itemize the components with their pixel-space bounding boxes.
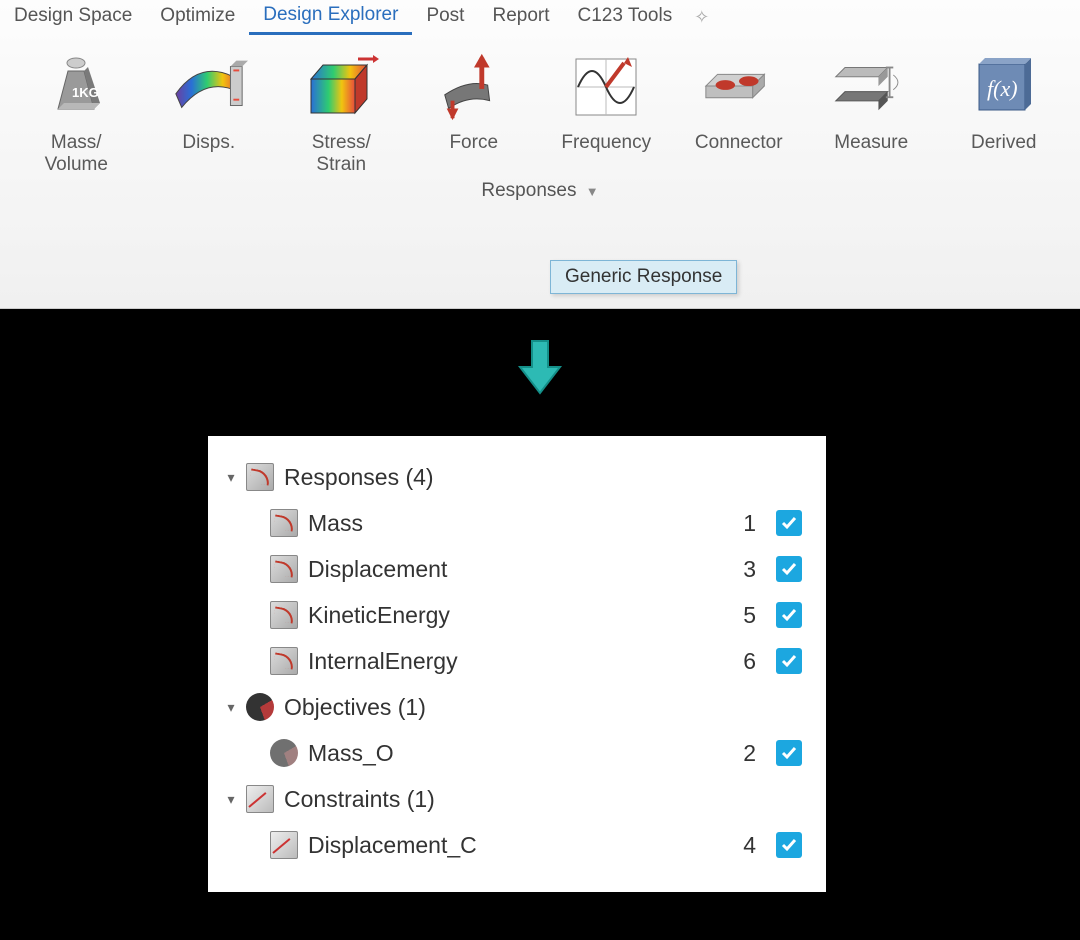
connector-icon <box>700 48 778 126</box>
tree-item-kineticenergy[interactable]: KineticEnergy 5 <box>222 592 802 638</box>
item-label: KineticEnergy <box>308 602 716 629</box>
ribbon-tools: 1KG Mass/ Volume Disps. <box>0 34 1080 176</box>
svg-text:1KG: 1KG <box>72 85 99 100</box>
ribbon-group-label[interactable]: Responses ▼ <box>0 180 1080 202</box>
add-tab-icon[interactable]: ✧ <box>686 3 717 32</box>
item-number: 4 <box>716 832 776 859</box>
group-label: Objectives (1) <box>284 694 802 721</box>
item-label: Displacement_C <box>308 832 716 859</box>
tree-panel: ▾ Responses (4) Mass 1 Displacement 3 Ki… <box>208 436 826 892</box>
item-number: 6 <box>716 648 776 675</box>
item-number: 5 <box>716 602 776 629</box>
down-arrow-icon <box>516 337 564 402</box>
tab-optimize[interactable]: Optimize <box>146 1 249 33</box>
tool-label: Stress/ Strain <box>312 132 371 176</box>
stress-strain-icon <box>302 48 380 126</box>
tool-label: Disps. <box>182 132 235 176</box>
tool-frequency[interactable]: Frequency <box>551 48 661 176</box>
responses-group-icon <box>246 463 274 491</box>
tool-label: Force <box>449 132 498 176</box>
tool-label: Mass/ Volume <box>45 132 108 176</box>
tab-design-explorer[interactable]: Design Explorer <box>249 0 412 35</box>
ribbon: Design Space Optimize Design Explorer Po… <box>0 0 1080 309</box>
checkbox[interactable] <box>776 832 802 858</box>
tree-group-constraints[interactable]: ▾ Constraints (1) <box>222 776 802 822</box>
collapse-icon[interactable]: ▾ <box>222 699 240 716</box>
tree-item-internalenergy[interactable]: InternalEnergy 6 <box>222 638 802 684</box>
objective-icon <box>270 739 298 767</box>
tab-report[interactable]: Report <box>478 1 563 33</box>
constraints-group-icon <box>246 785 274 813</box>
checkbox[interactable] <box>776 602 802 628</box>
derived-icon: f(x) <box>965 48 1043 126</box>
tool-label: Frequency <box>561 132 651 176</box>
collapse-icon[interactable]: ▾ <box>222 469 240 486</box>
mass-volume-icon: 1KG <box>37 48 115 126</box>
tool-measure[interactable]: Measure <box>816 48 926 176</box>
item-label: InternalEnergy <box>308 648 716 675</box>
item-label: Displacement <box>308 556 716 583</box>
checkbox[interactable] <box>776 510 802 536</box>
chevron-down-icon: ▼ <box>586 184 599 199</box>
tree-group-objectives[interactable]: ▾ Objectives (1) <box>222 684 802 730</box>
checkbox[interactable] <box>776 648 802 674</box>
item-label: Mass <box>308 510 716 537</box>
tool-label: Derived <box>971 132 1036 176</box>
response-icon <box>270 601 298 629</box>
tool-stress-strain[interactable]: Stress/ Strain <box>286 48 396 176</box>
tree-group-responses[interactable]: ▾ Responses (4) <box>222 454 802 500</box>
frequency-icon <box>567 48 645 126</box>
tab-design-space[interactable]: Design Space <box>0 1 146 33</box>
response-icon <box>270 647 298 675</box>
tool-force[interactable]: Force <box>419 48 529 176</box>
item-label: Mass_O <box>308 740 716 767</box>
group-label: Responses (4) <box>284 464 802 491</box>
tool-connector[interactable]: Connector <box>684 48 794 176</box>
tree-item-mass-o[interactable]: Mass_O 2 <box>222 730 802 776</box>
checkbox[interactable] <box>776 556 802 582</box>
item-number: 2 <box>716 740 776 767</box>
tool-label: Connector <box>695 132 783 176</box>
tool-derived[interactable]: f(x) Derived <box>949 48 1059 176</box>
collapse-icon[interactable]: ▾ <box>222 791 240 808</box>
svg-text:f(x): f(x) <box>987 76 1018 101</box>
measure-icon <box>832 48 910 126</box>
tab-post[interactable]: Post <box>412 1 478 33</box>
objectives-group-icon <box>246 693 274 721</box>
tool-label: Measure <box>834 132 908 176</box>
response-icon <box>270 509 298 537</box>
group-label: Constraints (1) <box>284 786 802 813</box>
flow-arrow-area <box>0 309 1080 436</box>
tab-c123-tools[interactable]: C123 Tools <box>564 1 687 33</box>
tree-item-displacement[interactable]: Displacement 3 <box>222 546 802 592</box>
force-icon <box>435 48 513 126</box>
checkbox[interactable] <box>776 740 802 766</box>
tab-strip: Design Space Optimize Design Explorer Po… <box>0 0 1080 34</box>
constraint-icon <box>270 831 298 859</box>
item-number: 1 <box>716 510 776 537</box>
tooltip-generic-response: Generic Response <box>550 260 737 294</box>
item-number: 3 <box>716 556 776 583</box>
tool-mass-volume[interactable]: 1KG Mass/ Volume <box>21 48 131 176</box>
tree-item-displacement-c[interactable]: Displacement_C 4 <box>222 822 802 868</box>
disps-icon <box>170 48 248 126</box>
tool-disps[interactable]: Disps. <box>154 48 264 176</box>
response-icon <box>270 555 298 583</box>
group-label-text: Responses <box>481 180 576 201</box>
tree-item-mass[interactable]: Mass 1 <box>222 500 802 546</box>
